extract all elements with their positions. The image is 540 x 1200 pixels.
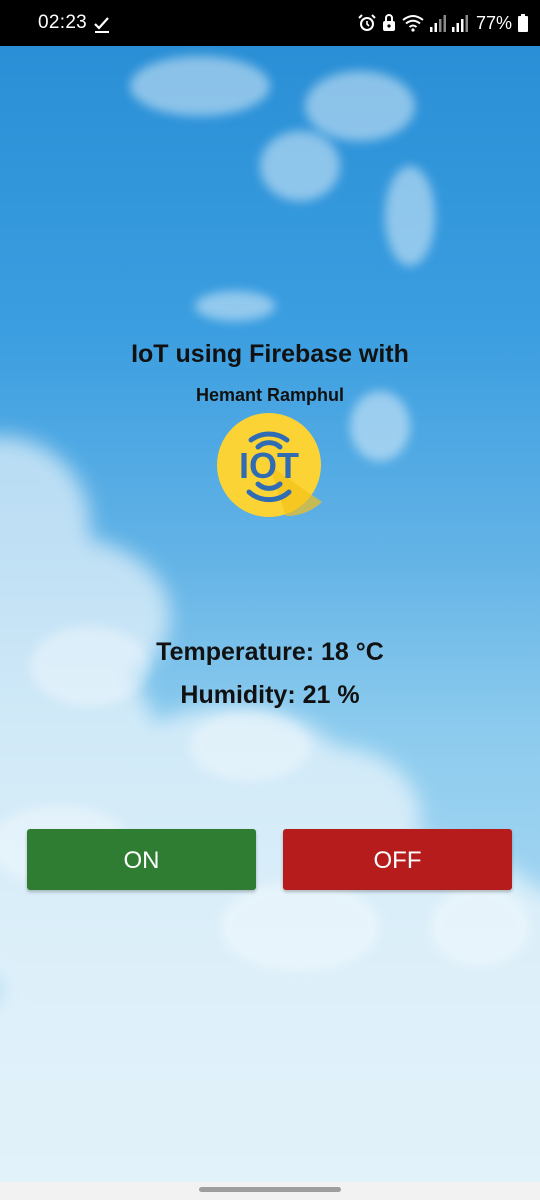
battery-icon [518, 14, 528, 32]
sky-background [0, 46, 540, 1182]
task-done-icon [94, 17, 109, 33]
status-bar: 02:23 77% [0, 0, 540, 46]
home-gesture-handle[interactable] [199, 1187, 341, 1192]
iot-logo: IOT [217, 413, 322, 517]
author-name: Hemant Ramphul [195, 385, 345, 405]
logo-text: IOT [239, 445, 299, 486]
on-button[interactable]: ON [27, 829, 256, 890]
temperature-reading: Temperature: 18 °C [156, 638, 384, 666]
app-screen: 02:23 77% IoT using Firebase with Hemant… [0, 0, 540, 1200]
signal-icon [429, 15, 446, 32]
status-icons: 77% [358, 12, 528, 34]
app-title: IoT using Firebase with [131, 340, 409, 368]
status-time: 02:23 [38, 12, 88, 33]
battery-percent: 77% [475, 12, 512, 33]
clouds-illustration [0, 56, 540, 1182]
navigation-bar [0, 1182, 540, 1200]
alarm-icon [358, 14, 376, 31]
wifi-icon [402, 15, 424, 32]
signal-icon [451, 15, 468, 32]
off-button[interactable]: OFF [283, 829, 512, 890]
humidity-reading: Humidity: 21 % [180, 681, 360, 709]
lock-icon [382, 14, 395, 31]
